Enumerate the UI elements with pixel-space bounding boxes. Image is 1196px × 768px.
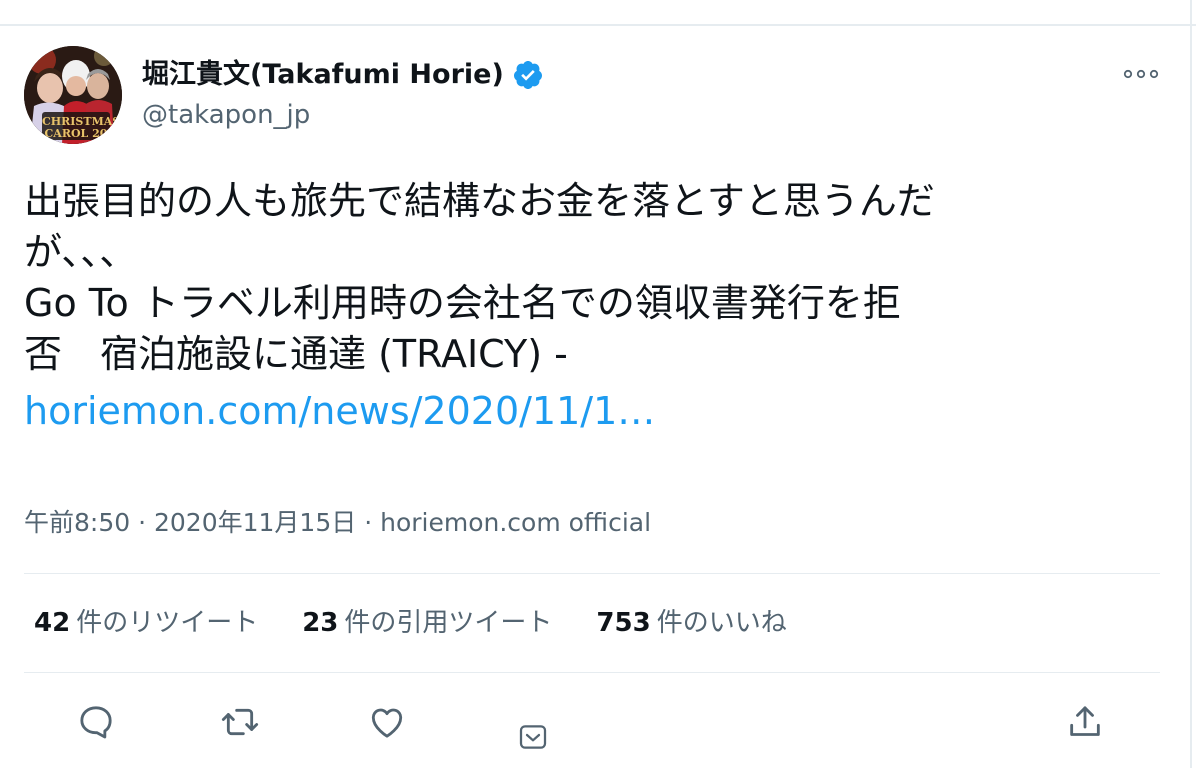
share-button[interactable] (1062, 699, 1108, 745)
retweet-button[interactable] (217, 699, 263, 745)
tweet-text-line: 出張目的の人も旅先で結構なお金を落とすと思うんだ (24, 179, 935, 223)
verified-badge-icon (512, 59, 544, 91)
likes-stat[interactable]: 753 件のいいね (596, 605, 786, 641)
tweet-source[interactable]: horiemon.com official (380, 508, 651, 537)
retweets-count: 42 (34, 608, 71, 638)
tweet-time[interactable]: 午前8:50 (24, 508, 130, 537)
like-button[interactable] (364, 699, 410, 745)
tweet-stats: 42 件のリツイート 23 件の引用ツイート 753 件のいいね (34, 605, 831, 641)
quote-tweets-count: 23 (302, 608, 339, 638)
meta-separator: · (138, 508, 147, 537)
author-handle[interactable]: @takapon_jp (142, 98, 310, 132)
dm-icon (519, 725, 547, 749)
retweets-label: 件のリツイート (76, 608, 259, 638)
retweets-stat[interactable]: 42 件のリツイート (34, 605, 258, 641)
tweet-link[interactable]: horiemon.com/news/2020/11/1… (24, 386, 655, 437)
more-options-button[interactable] (1122, 60, 1160, 88)
avatar[interactable]: CHRISTMAS CAROL 20 (24, 46, 122, 144)
reply-button[interactable] (73, 699, 119, 745)
reply-icon (80, 706, 112, 739)
meta-separator: · (364, 508, 373, 537)
top-divider (0, 24, 1196, 26)
tweet-meta: 午前8:50 · 2020年11月15日 · horiemon.com offi… (24, 506, 651, 540)
quote-tweets-stat[interactable]: 23 件の引用ツイート (302, 605, 552, 641)
retweet-icon (221, 708, 259, 736)
share-icon (1070, 706, 1100, 736)
avatar-caption-bottom: CAROL 20 (44, 127, 108, 140)
tweet-text-line: Go To トラベル利用時の会社名での領収書発行を拒 (24, 281, 901, 325)
divider (24, 672, 1160, 673)
send-dm-button[interactable] (510, 714, 556, 760)
more-icon (1123, 69, 1159, 79)
tweet-date[interactable]: 2020年11月15日 (154, 508, 356, 537)
quote-tweets-label: 件の引用ツイート (344, 608, 553, 638)
right-border (1190, 0, 1192, 768)
author-name-row[interactable]: 堀江貴文(Takafumi Horie) (142, 58, 544, 92)
like-icon (371, 708, 403, 738)
divider (24, 573, 1160, 574)
likes-count: 753 (596, 608, 651, 638)
author-display-name[interactable]: 堀江貴文(Takafumi Horie) (142, 58, 504, 92)
tweet-text: 出張目的の人も旅先で結構なお金を落とすと思うんだ が、、、 Go To トラベル… (24, 176, 1144, 437)
likes-label: 件のいいね (656, 608, 787, 638)
tweet-text-line: が、、、 (24, 230, 138, 274)
tweet-text-line: 否 宿泊施設に通達 (TRAICY) - (24, 332, 568, 376)
